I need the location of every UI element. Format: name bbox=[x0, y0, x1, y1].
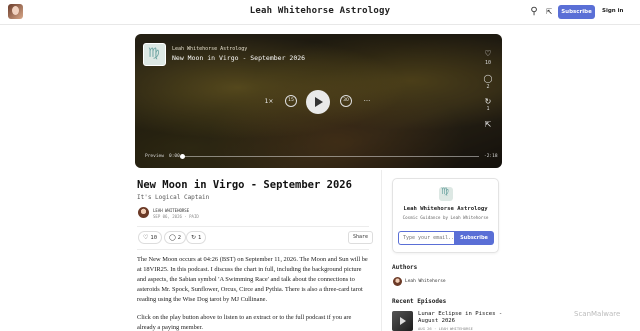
divider bbox=[137, 226, 369, 227]
comment-button[interactable]: ◯ 2 bbox=[164, 231, 187, 244]
share-icon[interactable]: ⇱ bbox=[543, 6, 555, 18]
publication-logo[interactable] bbox=[439, 187, 453, 201]
card-description: Cosmic Guidance by Leah Whitehorse bbox=[402, 215, 489, 220]
search-icon[interactable]: ⚲ bbox=[528, 6, 540, 18]
skip-back-button[interactable]: 15 bbox=[285, 95, 297, 107]
comment-icon: ◯ bbox=[169, 234, 176, 241]
post-title: New Moon in Virgo - September 2026 bbox=[137, 179, 352, 191]
restack-count: 1 bbox=[486, 106, 490, 112]
like-button[interactable]: ♡ 10 bbox=[138, 231, 163, 244]
skip-forward-label: 30 bbox=[343, 98, 349, 103]
playback-speed-button[interactable]: 1× bbox=[263, 98, 275, 105]
post-date: SEP 06, 2026 · PAID bbox=[153, 214, 199, 219]
audio-player: Leah Whitehorse Astrology New Moon in Vi… bbox=[135, 34, 502, 168]
comment-count: 2 bbox=[177, 235, 182, 241]
heart-icon[interactable]: ♡ bbox=[482, 49, 494, 58]
episode-thumbnail bbox=[143, 43, 166, 66]
body-paragraph: The New Moon occurs at 04:26 (BST) on Se… bbox=[137, 256, 368, 303]
divider bbox=[137, 249, 369, 250]
author-avatar[interactable] bbox=[393, 277, 402, 286]
episode-meta: AUG 26 · LEAH WHITEHORSE bbox=[418, 326, 473, 331]
subscribe-card: Leah Whitehorse Astrology Cosmic Guidanc… bbox=[392, 178, 499, 253]
like-count: 10 bbox=[150, 235, 158, 241]
email-input[interactable] bbox=[398, 231, 455, 245]
share-button[interactable]: Share bbox=[348, 231, 374, 244]
skip-back-label: 15 bbox=[288, 98, 294, 103]
progress-knob[interactable] bbox=[180, 154, 185, 159]
time-current: 0:00 bbox=[169, 154, 180, 159]
comment-icon[interactable]: ◯ bbox=[482, 74, 494, 83]
post-subtitle: It's Logical Captain bbox=[137, 194, 210, 201]
body-paragraph: Click on the play button above to listen… bbox=[137, 314, 352, 331]
skip-forward-button[interactable]: 30 bbox=[340, 95, 352, 107]
episode-title-link[interactable]: Lunar Eclipse in Pisces - August 2026 bbox=[418, 311, 503, 325]
header-subscribe-button[interactable]: Subscribe bbox=[558, 5, 595, 19]
sidebar-divider bbox=[381, 170, 382, 331]
comment-count: 2 bbox=[486, 84, 490, 90]
player-episode-title[interactable]: New Moon in Virgo - September 2026 bbox=[172, 54, 305, 62]
more-options-button[interactable]: ··· bbox=[360, 97, 374, 105]
player-publication[interactable]: Leah Whitehorse Astrology bbox=[172, 46, 247, 52]
progress-track[interactable] bbox=[181, 156, 479, 157]
sidebar-author-name[interactable]: Leah Whitehorse bbox=[405, 279, 446, 284]
like-count: 10 bbox=[484, 60, 492, 66]
card-publication-name[interactable]: Leah Whitehorse Astrology bbox=[393, 206, 498, 212]
sign-in-link[interactable]: Sign in bbox=[602, 8, 623, 14]
restack-icon[interactable]: ↻ bbox=[482, 97, 494, 106]
card-subscribe-button[interactable]: Subscribe bbox=[454, 231, 494, 245]
episode-play-thumbnail[interactable] bbox=[392, 311, 413, 331]
author-name[interactable]: LEAH WHITEHORSE bbox=[153, 208, 189, 213]
play-button[interactable] bbox=[306, 90, 330, 114]
heart-icon: ♡ bbox=[143, 234, 149, 241]
restack-icon: ↻ bbox=[191, 234, 197, 241]
restack-button[interactable]: ↻ 1 bbox=[186, 231, 207, 244]
top-header: Leah Whitehorse Astrology ⚲ ⇱ Subscribe … bbox=[0, 0, 640, 25]
author-avatar[interactable] bbox=[138, 207, 149, 218]
time-remaining: -2:18 bbox=[484, 154, 498, 159]
authors-heading: Authors bbox=[392, 264, 418, 271]
preview-label: Preview bbox=[145, 154, 164, 159]
restack-count: 1 bbox=[198, 235, 202, 241]
player-share-icon[interactable]: ⇱ bbox=[482, 120, 494, 129]
recent-episodes-heading: Recent Episodes bbox=[392, 298, 447, 305]
watermark: ScanMalware bbox=[574, 310, 621, 318]
